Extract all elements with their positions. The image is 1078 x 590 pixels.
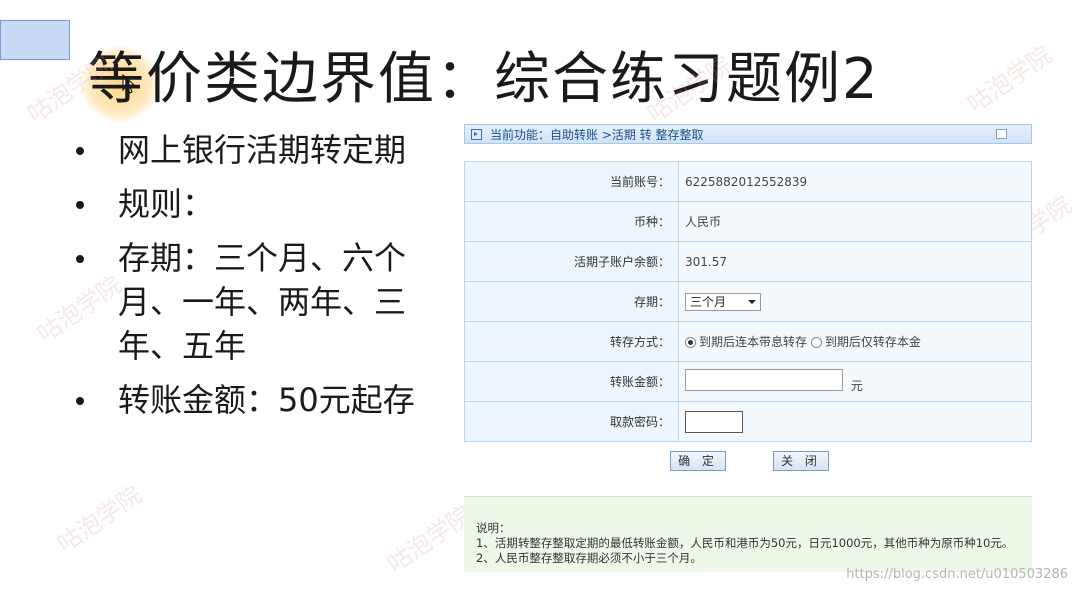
watermark: 咕泡学院	[962, 40, 1057, 119]
bullet-text: 转账金额：50元起存	[118, 381, 415, 419]
balance-value: 301.57	[678, 241, 1032, 282]
form-row: 转账金额： 元	[464, 361, 1032, 402]
bullet-text: 规则：	[118, 185, 215, 223]
amount-input[interactable]	[685, 369, 843, 392]
slide-corner-box	[0, 20, 70, 60]
notes-line: 1、活期转整存整取定期的最低转账金额，人民币和港币为50元，日元1000元，其他…	[476, 536, 1014, 550]
bullet-text: 存期：三个月、六个月、一年、两年、三年、五年	[118, 239, 407, 365]
confirm-button[interactable]: 确 定	[670, 451, 726, 471]
balance-label: 活期子账户余额：	[464, 241, 679, 282]
transfer-form: 当前账号： 6225882012552839 币种： 人民币 活期子账户余额： …	[464, 161, 1032, 442]
source-credit: https://blog.csdn.net/u010503286	[846, 567, 1068, 582]
bullet-list: 网上银行活期转定期 规则： 存期：三个月、六个月、一年、两年、三年、五年 转账金…	[70, 128, 450, 432]
notes-box: 说明： 1、活期转整存整取定期的最低转账金额，人民币和港币为50元，日元1000…	[464, 496, 1032, 572]
form-row: 转存方式： 到期后连本带息转存 到期后仅转存本金	[464, 321, 1032, 362]
notes-heading: 说明：	[476, 521, 511, 535]
amount-unit: 元	[850, 378, 863, 393]
panel-titlebar: 当前功能：自助转账 >活期 转 整存整取	[464, 124, 1032, 144]
term-select[interactable]: 三个月	[685, 292, 761, 311]
amount-label: 转账金额：	[464, 361, 679, 402]
form-row: 币种： 人民币	[464, 201, 1032, 242]
currency-label: 币种：	[464, 201, 679, 242]
bullet-dot-icon	[76, 397, 84, 405]
slide-title: 等价类边界值：综合练习题例2	[88, 47, 880, 112]
radio-label-renew-principal-interest[interactable]: 到期后连本带息转存	[699, 335, 807, 349]
watermark: 咕泡学院	[382, 500, 477, 579]
method-label: 转存方式：	[464, 321, 679, 362]
titlebar-text: 当前功能：自助转账 >活期 转 整存整取	[490, 127, 704, 142]
bullet-item: 存期：三个月、六个月、一年、两年、三年、五年	[70, 236, 450, 368]
play-icon	[471, 128, 482, 140]
close-button[interactable]: 关 闭	[773, 451, 829, 471]
account-label: 当前账号：	[464, 161, 679, 202]
currency-value: 人民币	[678, 201, 1032, 242]
bullet-dot-icon	[76, 255, 84, 263]
maximize-icon[interactable]	[996, 129, 1007, 139]
form-row: 存期： 三个月	[464, 281, 1032, 322]
notes-line: 2、人民币整存整取存期必须不小于三个月。	[476, 551, 702, 565]
radio-renew-principal-interest[interactable]	[685, 337, 696, 348]
password-input[interactable]	[685, 410, 743, 433]
bullet-item: 转账金额：50元起存	[70, 378, 450, 422]
bank-transfer-panel: 当前功能：自助转账 >活期 转 整存整取 当前账号： 6225882012552…	[464, 124, 1032, 574]
radio-renew-principal-only[interactable]	[810, 337, 822, 348]
form-row: 活期子账户余额： 301.57	[464, 241, 1032, 282]
watermark: 咕泡学院	[52, 480, 147, 559]
bullet-item: 规则：	[70, 182, 450, 226]
bullet-dot-icon	[76, 147, 84, 155]
button-row: 确 定 关 闭	[464, 449, 1032, 479]
form-row: 取款密码：	[464, 401, 1032, 442]
radio-label-renew-principal-only[interactable]: 到期后仅转存本金	[825, 335, 921, 349]
chevron-down-icon	[748, 299, 756, 304]
term-label: 存期：	[464, 281, 679, 322]
bullet-text: 网上银行活期转定期	[118, 131, 407, 169]
form-row: 当前账号： 6225882012552839	[464, 161, 1032, 202]
bullet-item: 网上银行活期转定期	[70, 128, 450, 172]
account-value: 6225882012552839	[678, 161, 1032, 202]
bullet-dot-icon	[76, 201, 84, 209]
password-label: 取款密码：	[464, 401, 679, 442]
term-selected-value: 三个月	[690, 295, 727, 309]
